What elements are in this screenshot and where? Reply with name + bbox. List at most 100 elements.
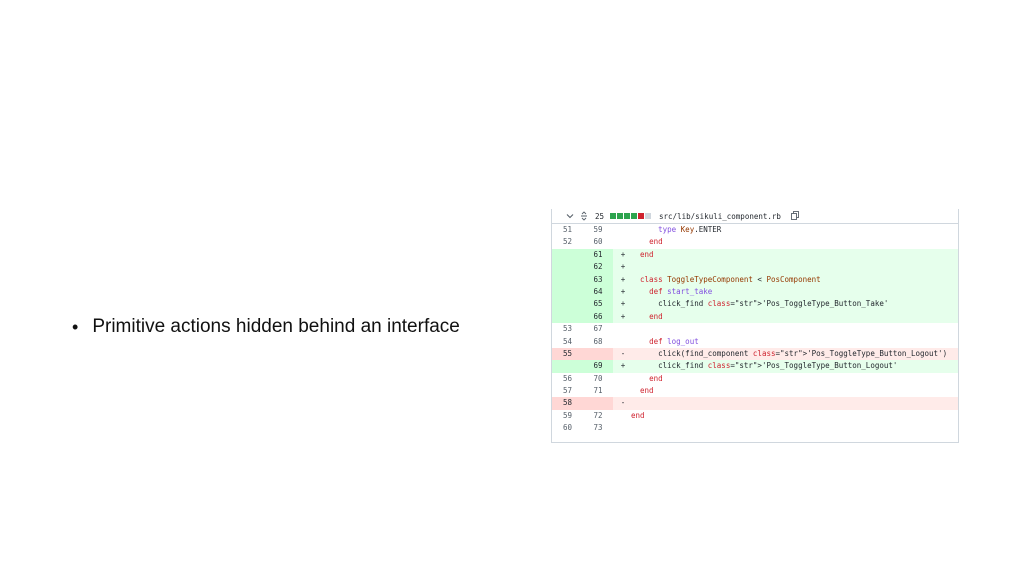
old-line-number[interactable] [552, 285, 583, 299]
new-line-number[interactable]: 69 [583, 360, 613, 373]
code-text [629, 261, 958, 274]
old-line-number[interactable] [552, 360, 583, 373]
diff-sign [613, 336, 629, 348]
old-line-number[interactable] [552, 298, 583, 311]
code-text: click(find_component class="str">'Pos_To… [629, 347, 958, 361]
new-line-number[interactable]: 71 [583, 385, 613, 397]
bullet-symbol: • [72, 317, 79, 337]
new-line-number[interactable]: 59 [583, 224, 613, 236]
diff-line: 51 59 type Key.ENTER [552, 224, 958, 236]
old-line-number[interactable] [552, 273, 583, 286]
diff-line: 66 + end [552, 310, 958, 324]
diff-sign: + [613, 273, 629, 286]
old-line-number[interactable]: 51 [552, 224, 583, 236]
new-line-number[interactable] [583, 397, 613, 410]
old-line-number[interactable]: 60 [552, 422, 583, 434]
diffstat-block [617, 213, 624, 219]
diff-line: 60 73 [552, 422, 958, 434]
new-line-number[interactable]: 73 [583, 422, 613, 434]
old-line-number[interactable]: 54 [552, 336, 583, 348]
code-text: click_find class="str">'Pos_ToggleType_B… [629, 298, 958, 311]
diff-line: 54 68 def log_out [552, 336, 958, 348]
diffstat-blocks [610, 213, 652, 219]
diffstat-block [638, 213, 645, 219]
file-path[interactable]: src/lib/sikuli_component.rb [659, 212, 781, 221]
code-text: end [640, 386, 654, 396]
new-line-number[interactable]: 67 [583, 323, 613, 335]
bullet-text: Primitive actions hidden behind an inter… [92, 316, 460, 337]
code-text: end [629, 310, 958, 324]
diff-sign: - [613, 347, 629, 361]
code-text: click_find class="str">'Pos_ToggleType_B… [629, 360, 958, 373]
diff-line: 65 + click_find class="str">'Pos_ToggleTy… [552, 298, 958, 311]
new-line-number[interactable]: 66 [583, 310, 613, 324]
code-text: class ToggleTypeComponent < PosComponent [629, 273, 958, 286]
new-line-number[interactable]: 63 [583, 273, 613, 286]
diff-line: 61 + end [552, 248, 958, 262]
diff-line: 52 60 end [552, 236, 958, 248]
diffstat-block [624, 213, 631, 219]
old-line-number[interactable] [552, 261, 583, 274]
diff-line: 55 - click(find_component class="str">'Po… [552, 347, 958, 361]
new-line-number[interactable]: 60 [583, 236, 613, 248]
diff-sign [613, 422, 629, 434]
diff-line: 57 71 end [552, 385, 958, 397]
new-line-number[interactable]: 70 [583, 373, 613, 385]
code-text: def start_take [629, 285, 958, 299]
new-line-number[interactable]: 61 [583, 248, 613, 262]
diff-sign: + [613, 310, 629, 324]
code-text: type Key.ENTER [658, 225, 722, 234]
diff-line: 62 + [552, 261, 958, 274]
diff-line: 53 67 [552, 323, 958, 335]
diff-line: 59 72 end [552, 410, 958, 422]
diff-sign: - [613, 397, 629, 410]
diff-sign: + [613, 285, 629, 299]
new-line-number[interactable]: 64 [583, 285, 613, 299]
diffstat-block [610, 213, 617, 219]
diff-sign: + [613, 298, 629, 311]
changes-count: 25 [595, 211, 605, 221]
diff-line: 64 + def start_take [552, 285, 958, 299]
slide-bullet: • Primitive actions hidden behind an int… [72, 316, 460, 338]
old-line-number[interactable]: 55 [552, 347, 583, 361]
diff-panel: 25 src/lib/sikuli_component.rb 51 59 type… [551, 209, 959, 443]
diff-sign: + [613, 248, 629, 262]
diff-sign [613, 224, 629, 236]
new-line-number[interactable]: 62 [583, 261, 613, 274]
diff-line: 69 + click_find class="str">'Pos_ToggleTy… [552, 360, 958, 373]
old-line-number[interactable] [552, 310, 583, 324]
diff-line: 56 70 end [552, 373, 958, 385]
old-line-number[interactable]: 52 [552, 236, 583, 248]
diff-rows: 51 59 type Key.ENTER 52 60 end 61 + end 62 +63 +… [552, 224, 958, 435]
old-line-number[interactable]: 59 [552, 410, 583, 422]
diff-sign [613, 410, 629, 422]
diff-sign: + [613, 360, 629, 373]
new-line-number[interactable]: 65 [583, 298, 613, 311]
diff-line: 63 + class ToggleTypeComponent < PosCompo… [552, 273, 958, 286]
copy-icon[interactable] [791, 210, 799, 222]
diff-line: 58 - [552, 397, 958, 410]
old-line-number[interactable] [552, 248, 583, 262]
code-text [629, 397, 958, 410]
diff-sign [613, 373, 629, 385]
new-line-number[interactable]: 68 [583, 336, 613, 348]
diffstat-block [631, 213, 638, 219]
old-line-number[interactable]: 57 [552, 385, 583, 397]
new-line-number[interactable] [583, 347, 613, 361]
diff-file-header: 25 src/lib/sikuli_component.rb [552, 209, 958, 224]
diff-sign: + [613, 261, 629, 274]
unfold-icon[interactable] [579, 211, 589, 221]
old-line-number[interactable]: 53 [552, 323, 583, 335]
code-text: end [649, 373, 663, 383]
diff-sign [613, 236, 629, 248]
code-text: end [631, 410, 645, 420]
code-text: def log_out [649, 336, 699, 346]
diff-sign [613, 385, 629, 397]
chevron-down-icon[interactable] [565, 212, 575, 220]
old-line-number[interactable]: 56 [552, 373, 583, 385]
old-line-number[interactable]: 58 [552, 397, 583, 410]
diff-sign [613, 323, 629, 335]
new-line-number[interactable]: 72 [583, 410, 613, 422]
